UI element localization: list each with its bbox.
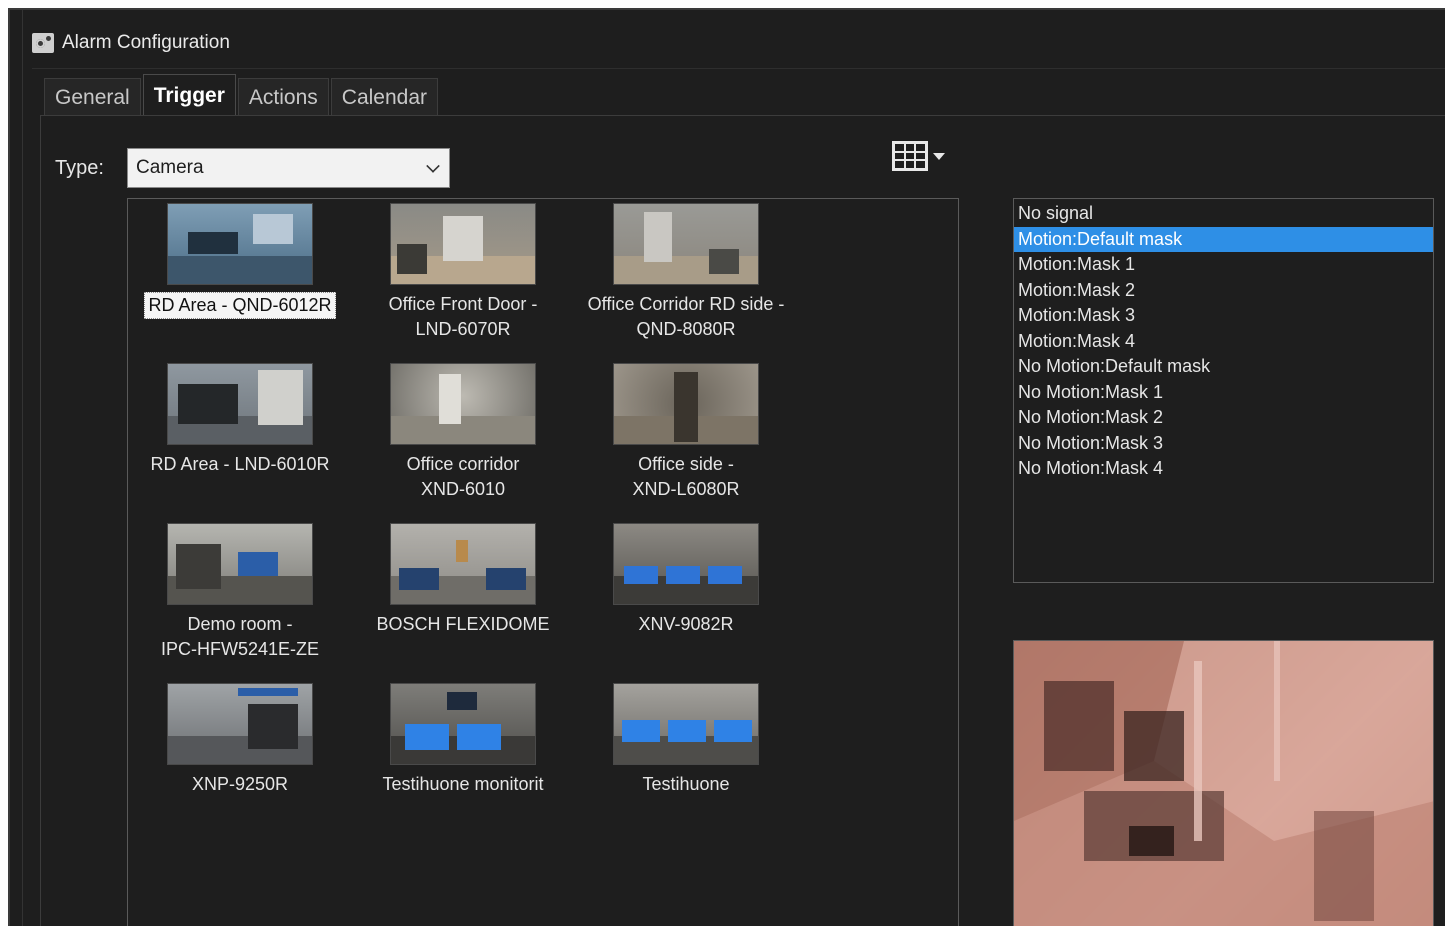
camera-name: RD Area - LND-6010R <box>150 454 330 474</box>
camera-thumbnail <box>167 523 313 605</box>
camera-name: Testihuone <box>642 774 730 794</box>
camera-tile[interactable]: XNV-9082R <box>574 523 798 637</box>
event-list-item[interactable]: No Motion:Mask 3 <box>1014 431 1433 457</box>
tab-actions[interactable]: Actions <box>237 78 329 116</box>
event-list-item[interactable]: Motion:Mask 4 <box>1014 329 1433 355</box>
alarm-configuration-window: Alarm Configuration General Trigger Acti… <box>8 8 1445 926</box>
camera-name: XNV-9082R <box>638 614 734 634</box>
camera-thumbnail <box>167 203 313 285</box>
event-list[interactable]: No signal Motion:Default mask Motion:Mas… <box>1013 198 1434 583</box>
camera-name: BOSCH FLEXIDOME <box>376 614 550 634</box>
event-list-item[interactable]: No Motion:Mask 2 <box>1014 405 1433 431</box>
camera-preview <box>1013 640 1434 926</box>
camera-name: Office Front Door - <box>388 294 538 314</box>
tab-general[interactable]: General <box>44 78 141 116</box>
camera-thumbnail <box>613 523 759 605</box>
layout-grid-button[interactable] <box>892 138 952 174</box>
type-label: Type: <box>55 157 104 179</box>
camera-thumbnail <box>390 203 536 285</box>
camera-tile[interactable]: RD Area - LND-6010R <box>128 363 352 477</box>
camera-model: XND-6010 <box>420 479 506 499</box>
camera-tile[interactable]: Office corridor XND-6010 <box>351 363 575 502</box>
event-list-item[interactable]: No signal <box>1014 201 1433 227</box>
grid-3x3-icon <box>892 141 928 171</box>
camera-thumbnail <box>390 683 536 765</box>
chevron-down-icon <box>426 159 440 173</box>
event-list-item-selected[interactable]: Motion:Default mask <box>1014 226 1433 252</box>
camera-name: Office Corridor RD side - <box>587 294 785 314</box>
camera-tile[interactable]: Demo room - IPC-HFW5241E-ZE <box>128 523 352 662</box>
event-list-item[interactable]: Motion:Mask 2 <box>1014 278 1433 304</box>
camera-thumbnail <box>167 683 313 765</box>
tab-bar: General Trigger Actions Calendar <box>44 74 440 116</box>
camera-model: IPC-HFW5241E-ZE <box>160 639 320 659</box>
event-list-item[interactable]: No Motion:Mask 4 <box>1014 456 1433 482</box>
camera-model: LND-6070R <box>415 319 511 339</box>
camera-grid: RD Area - QND-6012R Office Front Door - L… <box>127 198 959 926</box>
camera-tile[interactable]: Office Corridor RD side - QND-8080R <box>574 203 798 342</box>
camera-tile[interactable]: Office side - XND-L6080R <box>574 363 798 502</box>
camera-tile[interactable]: Office Front Door - LND-6070R <box>351 203 575 342</box>
camera-name: Testihuone monitorit <box>382 774 544 794</box>
preview-image <box>1014 641 1433 926</box>
type-dropdown[interactable]: Camera <box>127 148 450 188</box>
camera-tile[interactable]: RD Area - QND-6012R <box>128 203 352 319</box>
camera-name: Office side - <box>638 454 734 474</box>
camera-name: XNP-9250R <box>191 774 289 794</box>
camera-name: Demo room - <box>187 614 293 634</box>
event-list-item[interactable]: Motion:Mask 3 <box>1014 303 1433 329</box>
window-title: Alarm Configuration <box>62 32 230 53</box>
event-list-item[interactable]: Motion:Mask 1 <box>1014 252 1433 278</box>
camera-tile[interactable]: Testihuone <box>574 683 798 797</box>
camera-thumbnail <box>390 363 536 445</box>
camera-model: QND-8080R <box>636 319 736 339</box>
camera-thumbnail <box>167 363 313 445</box>
caret-down-icon <box>933 152 945 160</box>
camera-gear-icon <box>32 33 54 53</box>
type-dropdown-value: Camera <box>136 157 204 178</box>
camera-model: XND-L6080R <box>632 479 740 499</box>
tab-calendar[interactable]: Calendar <box>330 78 439 116</box>
camera-thumbnail <box>613 203 759 285</box>
event-list-item[interactable]: No Motion:Mask 1 <box>1014 380 1433 406</box>
camera-name: RD Area - QND-6012R <box>144 292 336 319</box>
camera-tile[interactable]: XNP-9250R <box>128 683 352 797</box>
camera-thumbnail <box>613 683 759 765</box>
camera-tile[interactable]: Testihuone monitorit <box>351 683 575 797</box>
camera-thumbnail <box>390 523 536 605</box>
camera-thumbnail <box>613 363 759 445</box>
title-bar: Alarm Configuration <box>32 28 230 58</box>
title-divider <box>32 68 1445 69</box>
event-list-item[interactable]: No Motion:Default mask <box>1014 354 1433 380</box>
camera-tile[interactable]: BOSCH FLEXIDOME <box>351 523 575 637</box>
tab-trigger[interactable]: Trigger <box>142 74 236 116</box>
camera-name: Office corridor <box>406 454 520 474</box>
